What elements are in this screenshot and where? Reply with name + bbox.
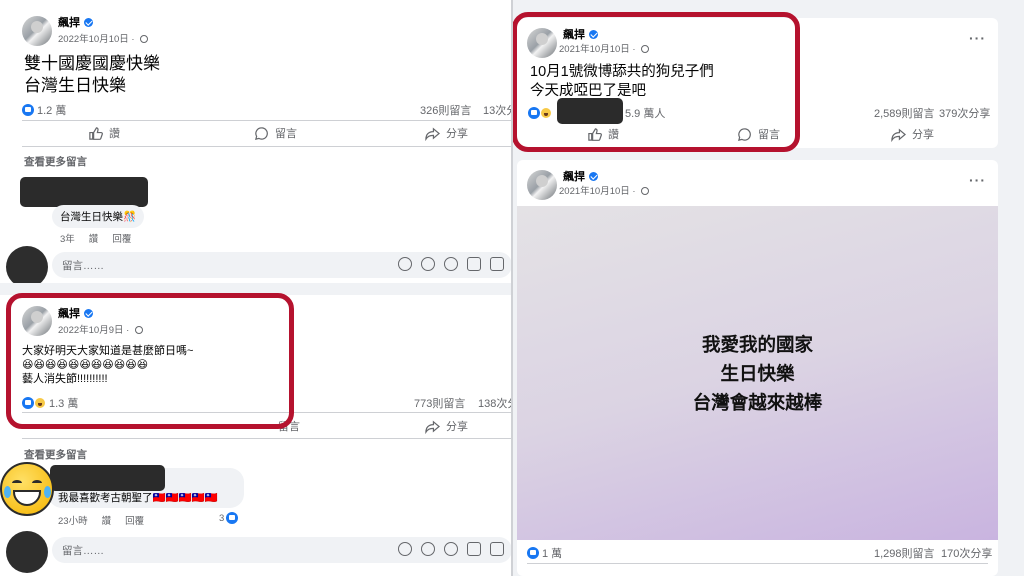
avatar[interactable] [22, 16, 52, 46]
comment-tools [398, 542, 504, 556]
share-button[interactable]: 分享 [425, 125, 468, 141]
comment-count[interactable]: 326則留言 [420, 102, 471, 118]
share-count[interactable]: 379次分享 [939, 105, 990, 121]
share-icon [425, 127, 440, 141]
share-icon [891, 128, 906, 142]
redacted-name [50, 465, 165, 491]
share-count[interactable]: 13次分 [483, 102, 512, 118]
like-icon [226, 512, 239, 524]
comment-like-link[interactable]: 讚 [102, 513, 112, 527]
comment-meta: 3年 讚 回覆 [60, 231, 131, 245]
view-more-comments[interactable]: 查看更多留言 [24, 447, 87, 462]
comment-placeholder: 留言…… [62, 260, 104, 272]
sticker-icon[interactable] [398, 542, 412, 556]
user-avatar [6, 246, 48, 288]
more-options-icon[interactable]: ··· [969, 172, 986, 188]
author-name[interactable]: 飆捍 [58, 14, 93, 30]
redacted-name [20, 177, 148, 207]
post-date[interactable]: 2022年10月10日 · [58, 31, 149, 45]
image-text-line: 台灣會越來越棒 [692, 391, 823, 413]
comment-reply-link[interactable]: 回覆 [125, 513, 144, 527]
globe-icon [140, 35, 149, 43]
reaction-summary[interactable]: 1.2 萬 [22, 102, 66, 118]
post-date[interactable]: 2021年10月10日 · [559, 183, 650, 197]
share-icon [425, 420, 440, 434]
comment-like-link[interactable]: 讚 [89, 231, 99, 245]
right-column: 飆捍 2021年10月10日 · ··· 10月1號微博舔共的狗兒子們 今天成啞… [512, 0, 1024, 576]
like-icon [89, 126, 103, 140]
comment-button[interactable]: 留言 [254, 125, 297, 141]
post-image-card[interactable]: 我愛我的國家 生日快樂 台灣會越來越棒 [517, 206, 998, 540]
more-options-icon[interactable]: ··· [969, 30, 986, 46]
comment-meta: 23小時 讚 回覆 [58, 513, 144, 527]
verified-badge-icon [589, 172, 598, 181]
globe-icon [641, 187, 650, 195]
like-icon [527, 547, 539, 559]
like-button[interactable]: 讚 [88, 125, 120, 141]
image-text-line: 我愛我的國家 [701, 333, 813, 355]
column-divider [511, 0, 513, 576]
camera-icon[interactable] [467, 542, 481, 556]
comment-age[interactable]: 3年 [60, 231, 75, 245]
share-button[interactable]: 分享 [891, 126, 934, 142]
comment-count[interactable]: 1,298則留言 [874, 545, 935, 561]
like-icon [22, 104, 34, 116]
view-more-comments[interactable]: 查看更多留言 [24, 154, 87, 169]
camera-icon[interactable] [467, 257, 481, 271]
divider [22, 438, 512, 439]
divider [22, 120, 512, 121]
post-4: 飆捍 2021年10月10日 · ··· 我愛我的國家 生日快樂 台灣會越來越棒… [517, 160, 998, 576]
comment-placeholder: 留言…… [62, 545, 104, 557]
post-text: 雙十國慶國慶快樂 台灣生日快樂 [24, 54, 160, 95]
comment-count[interactable]: 773則留言 [414, 395, 465, 411]
highlight-frame [6, 293, 294, 429]
comment-input[interactable]: 留言…… [52, 252, 512, 278]
user-avatar [6, 531, 48, 573]
highlight-frame [512, 12, 800, 152]
gif-icon[interactable] [490, 257, 504, 271]
comment-text: 我最喜歡考古朝聖了🇹🇼🇹🇼🇹🇼🇹🇼🇹🇼 [58, 492, 218, 504]
emoji-icon[interactable] [421, 542, 435, 556]
divider [527, 563, 988, 564]
emoji-icon[interactable] [444, 542, 458, 556]
comment-reply-link[interactable]: 回覆 [112, 231, 131, 245]
reaction-summary[interactable]: 1 萬 [527, 545, 562, 561]
laughing-emoji-icon [0, 462, 54, 516]
comment-input[interactable]: 留言…… [52, 537, 512, 563]
comment-icon [255, 126, 268, 140]
avatar[interactable] [527, 170, 557, 200]
divider [22, 146, 512, 147]
share-count[interactable]: 138次分 [478, 395, 512, 411]
verified-badge-icon [84, 18, 93, 27]
image-text-line: 生日快樂 [720, 362, 795, 384]
author-name[interactable]: 飆捍 [563, 168, 598, 184]
comment-tools [398, 257, 504, 271]
left-column: 飆捍 2022年10月10日 · 雙十國慶國慶快樂 台灣生日快樂 1.2 萬 3… [0, 0, 512, 576]
comment-age[interactable]: 23小時 [58, 513, 88, 527]
gif-icon[interactable] [490, 542, 504, 556]
comment-count[interactable]: 2,589則留言 [874, 105, 935, 121]
emoji-icon[interactable] [421, 257, 435, 271]
share-count[interactable]: 170次分享 [941, 545, 992, 561]
sticker-icon[interactable] [398, 257, 412, 271]
comment-bubble: 台灣生日快樂🎊 [52, 205, 145, 228]
comment-like-count[interactable]: 3 [219, 512, 239, 524]
share-button[interactable]: 分享 [425, 418, 468, 434]
emoji-icon[interactable] [444, 257, 458, 271]
